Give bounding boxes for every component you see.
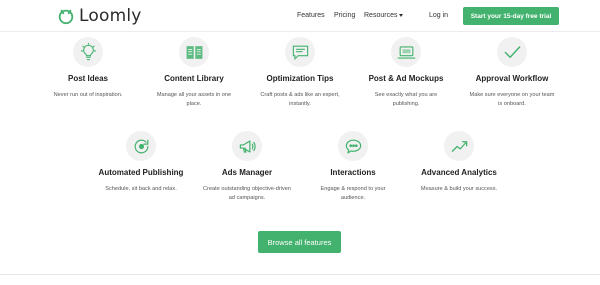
- logo-wordmark: Loomly: [79, 6, 142, 26]
- loomly-logo-icon: [58, 9, 74, 25]
- feature-icon-circle: [497, 37, 527, 67]
- feature-title: Ads Manager: [221, 168, 273, 177]
- feature-content-library[interactable]: Content Library Manage all your assets i…: [139, 37, 249, 109]
- trend-chart-icon: [451, 140, 467, 152]
- feature-description: Schedule, sit back and relax.: [105, 186, 177, 192]
- feature-automated-publishing[interactable]: Automated Publishing Schedule, sit back …: [86, 131, 196, 194]
- nav-features-link[interactable]: Features: [297, 12, 325, 19]
- feature-title: Advanced Analytics: [421, 168, 497, 177]
- feature-icon-circle: [285, 37, 315, 67]
- chevron-down-icon: [399, 13, 404, 17]
- start-trial-button[interactable]: Start your 15-day free trial: [463, 7, 559, 25]
- book-icon: [186, 45, 202, 59]
- feature-description: Craft posts & ads like an expert, instan…: [260, 92, 340, 107]
- top-navbar: Loomly Features Pricing Resources Log in…: [0, 0, 600, 32]
- feature-description: Never run out of inspiration.: [53, 92, 123, 98]
- nav-resources-label: Resources: [364, 12, 398, 19]
- feature-icon-circle: [126, 131, 156, 161]
- feature-title: Post & Ad Mockups: [368, 74, 444, 83]
- feature-title: Automated Publishing: [98, 168, 184, 177]
- section-divider: [0, 274, 600, 275]
- feature-optimization-tips[interactable]: Optimization Tips Craft posts & ads like…: [245, 37, 355, 109]
- feature-post-ideas[interactable]: Post Ideas Never run out of inspiration.: [33, 37, 143, 100]
- browse-all-features-button[interactable]: Browse all features: [258, 231, 341, 253]
- feature-icon-circle: [232, 131, 262, 161]
- feature-advanced-analytics[interactable]: Advanced Analytics Measure & build your …: [404, 131, 514, 194]
- refresh-icon: [134, 139, 148, 153]
- laptop-icon: [397, 45, 415, 59]
- speech-bubble-icon: [345, 139, 361, 153]
- feature-icon-circle: [179, 37, 209, 67]
- feature-approval-workflow[interactable]: Approval Workflow Make sure everyone on …: [457, 37, 567, 109]
- feature-title: Interactions: [330, 168, 376, 177]
- feature-title: Post Ideas: [67, 74, 108, 83]
- feature-icon-circle: [444, 131, 474, 161]
- feature-ads-manager[interactable]: Ads Manager Create outstanding objective…: [192, 131, 302, 203]
- feature-icon-circle: [391, 37, 421, 67]
- feature-post-ad-mockups[interactable]: Post & Ad Mockups See exactly what you a…: [351, 37, 461, 109]
- feature-title: Approval Workflow: [475, 74, 549, 83]
- feature-description: Measure & build your success.: [420, 186, 498, 192]
- chat-tips-icon: [292, 45, 308, 60]
- megaphone-icon: [239, 139, 256, 153]
- feature-description: Make sure everyone on your team is onboa…: [469, 92, 555, 107]
- nav-login-link[interactable]: Log in: [429, 12, 448, 19]
- feature-icon-circle: [73, 37, 103, 67]
- feature-interactions[interactable]: Interactions Engage & respond to your au…: [298, 131, 408, 203]
- feature-title: Optimization Tips: [266, 74, 334, 83]
- feature-description: Create outstanding objective-driven ad c…: [203, 186, 291, 201]
- feature-description: Engage & respond to your audience.: [320, 186, 386, 201]
- nav-pricing-link[interactable]: Pricing: [334, 12, 355, 19]
- nav-resources-dropdown[interactable]: Resources: [364, 12, 404, 19]
- feature-description: See exactly what you are publishing.: [374, 92, 438, 107]
- checkmark-icon: [504, 45, 520, 58]
- feature-description: Manage all your assets in one place.: [156, 92, 232, 107]
- lightbulb-icon: [80, 42, 96, 60]
- feature-icon-circle: [338, 131, 368, 161]
- loomly-logo[interactable]: Loomly: [57, 6, 142, 26]
- feature-title: Content Library: [164, 74, 224, 83]
